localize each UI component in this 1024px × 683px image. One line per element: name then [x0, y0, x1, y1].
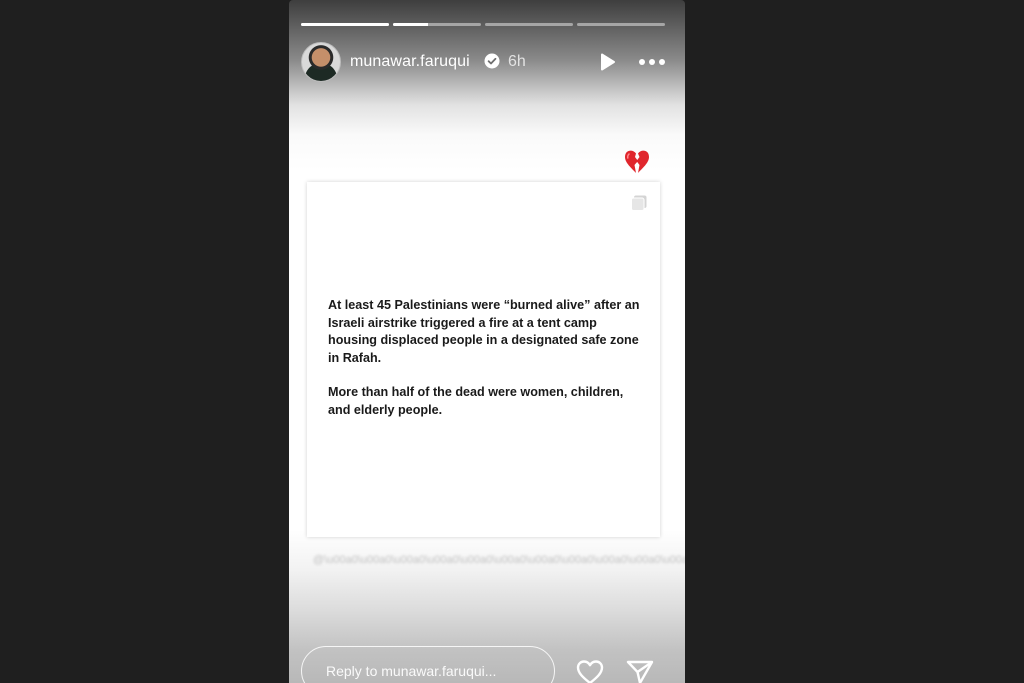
progress-fill — [393, 23, 429, 26]
heart-icon[interactable] — [575, 658, 605, 683]
multiple-images-icon — [631, 195, 647, 211]
broken-heart-emoji-icon — [625, 150, 649, 173]
username[interactable]: munawar.faruqui — [350, 53, 470, 71]
verified-badge-icon — [484, 53, 500, 69]
mention-sticker[interactable]: @\u00a0\u00a0\u00a0\u00a0\u00a0\u00a0\u0… — [313, 554, 685, 566]
story-frame[interactable]: munawar.faruqui 6h At least 45 Palestini… — [289, 0, 685, 683]
more-dots-icon[interactable] — [638, 54, 666, 70]
progress-segment — [485, 23, 573, 26]
avatar[interactable] — [301, 42, 341, 82]
shared-post-card[interactable]: At least 45 Palestinians were “burned al… — [307, 182, 660, 537]
post-text: At least 45 Palestinians were “burned al… — [328, 297, 646, 436]
post-paragraph: More than half of the dead were women, c… — [328, 385, 624, 417]
viewer-background: munawar.faruqui 6h At least 45 Palestini… — [0, 0, 1024, 683]
send-icon[interactable] — [625, 658, 655, 683]
play-icon[interactable] — [597, 52, 617, 72]
story-progress — [301, 23, 665, 26]
progress-segment — [577, 23, 665, 26]
progress-fill — [301, 23, 389, 26]
post-paragraph: At least 45 Palestinians were “burned al… — [328, 298, 640, 365]
story-header: munawar.faruqui 6h — [301, 42, 671, 82]
progress-segment — [301, 23, 389, 26]
progress-segment — [393, 23, 481, 26]
post-time: 6h — [508, 53, 526, 70]
reply-input[interactable] — [301, 646, 555, 683]
